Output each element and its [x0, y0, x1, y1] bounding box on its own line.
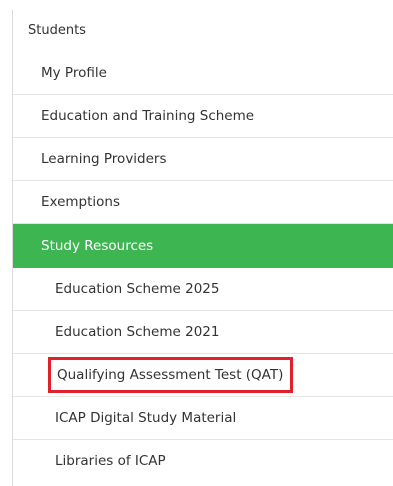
submenu-item-label: Education Scheme 2025 [55, 281, 220, 297]
menu-item-exemptions[interactable]: Exemptions [13, 181, 393, 224]
submenu-item-libraries-of-icap[interactable]: Libraries of ICAP [13, 440, 393, 483]
submenu-item-label-highlighted: Qualifying Assessment Test (QAT) [48, 357, 294, 393]
submenu-item-label: Libraries of ICAP [55, 453, 166, 469]
menu-item-label: My Profile [41, 65, 107, 81]
menu-item-learning-providers[interactable]: Learning Providers [13, 138, 393, 181]
submenu-item-icap-digital-study-material[interactable]: ICAP Digital Study Material [13, 397, 393, 440]
submenu-item-label: ICAP Digital Study Material [55, 410, 237, 426]
submenu-item-label: Education Scheme 2021 [55, 324, 220, 340]
menu-item-education-and-training-scheme[interactable]: Education and Training Scheme [13, 95, 393, 138]
menu-item-label: Learning Providers [41, 151, 167, 167]
section-title-students: Students [28, 23, 86, 38]
menu-item-study-resources[interactable]: Study Resources [13, 224, 393, 268]
submenu-item-qualifying-assessment-test[interactable]: Qualifying Assessment Test (QAT) [13, 354, 393, 397]
menu-item-label: Study Resources [41, 238, 154, 254]
submenu-item-education-scheme-2025[interactable]: Education Scheme 2025 [13, 268, 393, 311]
menu-item-my-profile[interactable]: My Profile [13, 52, 393, 95]
submenu-item-education-scheme-2021[interactable]: Education Scheme 2021 [13, 311, 393, 354]
menu-item-label: Exemptions [41, 194, 121, 210]
menu-item-label: Education and Training Scheme [41, 108, 255, 124]
students-sidebar-menu: Students My Profile Education and Traini… [12, 10, 393, 486]
